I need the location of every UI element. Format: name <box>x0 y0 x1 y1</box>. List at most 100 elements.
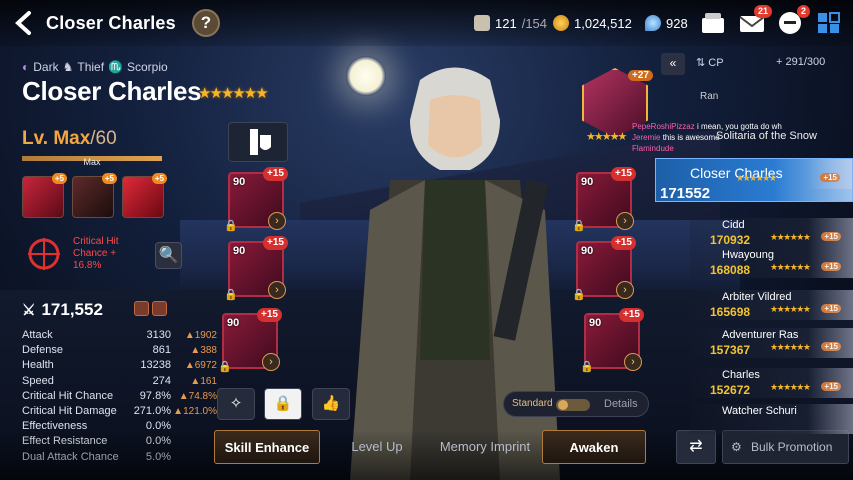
hero-detail-screen: Closer Charles ? 121/154 1,024,512 928 2… <box>0 0 853 480</box>
stat-bonus-value: 1902 <box>194 330 217 341</box>
hero-zodiac: Scorpio <box>127 60 168 74</box>
roster-hero-row[interactable]: Arbiter Vildred165698★★★★★★+15 <box>690 290 853 320</box>
magnify-button[interactable]: 🔍 <box>155 242 182 269</box>
news-badge: 2 <box>796 5 810 18</box>
roster-hero-cp: 170932 <box>710 233 751 247</box>
equip-slot-boots[interactable]: 90 +15 › 🔒 <box>580 308 644 373</box>
roster-hero-name: Hwayoung <box>722 249 774 261</box>
up-arrow-icon: ▲ <box>178 390 189 402</box>
mail-button[interactable]: 21 <box>738 5 772 36</box>
arrow-right-icon: › <box>268 212 286 230</box>
equip-level: 90 <box>233 176 246 188</box>
stat-value: 271.0% <box>133 405 171 418</box>
equip-slot-armor[interactable]: 90 +15 › 🔒 <box>218 308 282 373</box>
lock-icon: 🔒 <box>224 289 238 301</box>
equip-plus: +15 <box>263 167 288 181</box>
arrow-right-icon: › <box>616 212 634 230</box>
crossed-swords-icon: ⚔ <box>22 302 36 319</box>
lock-icon: 🔒 <box>572 289 586 301</box>
skill-3-button[interactable]: +5 <box>122 173 167 218</box>
arrow-right-icon: › <box>268 281 286 299</box>
cp-value: 171,552 <box>41 300 103 319</box>
roster-hero-row[interactable]: Watcher Schuri <box>690 404 853 434</box>
roster-hero-name: Charles <box>722 369 760 381</box>
chat-line: Jeremie this is awesome <box>632 133 720 143</box>
stat-value: 13238 <box>140 359 171 372</box>
sort-button[interactable]: ⇅ CP <box>696 56 724 69</box>
roster-hero-cp: 168088 <box>710 263 751 277</box>
equip-level: 90 <box>581 176 594 188</box>
roster-hero-name: Watcher Schuri <box>722 405 797 417</box>
gear-filter-button[interactable] <box>228 122 288 162</box>
tab-memory-imprint[interactable]: Memory Imprint <box>430 430 540 464</box>
skill-1-button[interactable]: +5 <box>22 173 67 218</box>
stat-bonus: ▲1902 <box>171 328 217 343</box>
gold-counter[interactable]: 1,024,512 <box>553 15 632 31</box>
equip-slot-ring[interactable]: 90 +15 › 🔒 <box>572 236 636 301</box>
skill-2-button[interactable]: +5 <box>72 173 117 218</box>
chat-text: i mean, you gotta do wh <box>696 122 782 131</box>
equip-slot-weapon[interactable]: 90 +15 › 🔒 <box>224 167 288 232</box>
roster-hero-row[interactable]: Charles152672★★★★★★+15 <box>690 368 853 398</box>
stat-bonus-value: 6972 <box>194 360 217 372</box>
set-effect-icon[interactable] <box>152 301 167 316</box>
roster-hero-portrait <box>808 328 853 358</box>
roster-hero-name: Cidd <box>722 219 745 231</box>
equip-slot-helmet[interactable]: 90 +15 › 🔒 <box>224 236 288 301</box>
stats-view-toggle[interactable]: Standard Details <box>503 391 649 417</box>
equip-slot-necklace[interactable]: 90 +15 › 🔒 <box>572 167 636 232</box>
exclusive-equipment-icon <box>28 238 60 270</box>
arrow-right-icon: › <box>624 353 642 371</box>
help-button[interactable]: ? <box>192 9 220 37</box>
stat-row: Critical Hit Chance 97.8% ▲74.8% <box>22 389 217 404</box>
roster-hero-row[interactable]: Adventurer Ras157367★★★★★★+15 <box>690 328 853 358</box>
bulk-promotion-label: Bulk Promotion <box>751 440 833 454</box>
roster-hero-row[interactable]: Closer Charles171552★★★★★★+15 <box>655 158 853 202</box>
like-button[interactable]: 👍 <box>312 388 350 420</box>
roster-hero-cp: 152672 <box>710 383 751 397</box>
back-arrow-icon[interactable] <box>12 10 38 36</box>
roster-hero-row[interactable]: Hwayoung168088★★★★★★+15 <box>690 248 853 278</box>
bulk-promotion-button[interactable]: ⚙ Bulk Promotion <box>722 430 849 464</box>
skystone-counter[interactable]: 928 <box>645 15 688 31</box>
gold-value: 1,024,512 <box>574 15 632 31</box>
news-button[interactable]: 2 <box>776 5 810 36</box>
tab-level-up[interactable]: Level Up <box>336 430 418 464</box>
menu-grid-icon[interactable] <box>815 10 843 36</box>
add-favorite-button[interactable]: ✧ <box>217 388 255 420</box>
hero-portrait <box>350 67 560 480</box>
lock-icon: 🔒 <box>572 220 586 232</box>
roster-hero-stars: ★★★★★★ <box>770 232 811 242</box>
chat-user: PepeRoshiPizzaz <box>632 122 695 131</box>
lock-button[interactable]: 🔒 <box>264 388 302 420</box>
effect-line-3: 16.8% <box>73 260 102 271</box>
toggle-knob[interactable] <box>556 399 590 411</box>
stat-value: 3130 <box>146 329 171 341</box>
roster-count: + 291/300 <box>776 56 825 68</box>
stamina-counter[interactable]: 121/154 <box>474 15 547 31</box>
roster-hero-name: Arbiter Vildred <box>722 291 792 303</box>
set-effect-icon[interactable] <box>134 301 149 316</box>
skill-2-plus: +5 <box>101 173 117 184</box>
search-icon: 🔍 <box>158 247 179 264</box>
stat-bonus-value: 161 <box>200 375 217 387</box>
shop-icon[interactable] <box>699 10 727 36</box>
hero-element: Dark <box>33 60 59 74</box>
tab-awaken[interactable]: Awaken <box>542 430 646 464</box>
effect-line-2: Chance + <box>73 248 117 259</box>
stat-bonus: ▲74.8% <box>171 389 217 404</box>
skystone-icon <box>645 15 661 31</box>
up-arrow-icon: ▲ <box>184 330 195 341</box>
roster-hero-stars: ★★★★★★ <box>770 262 811 272</box>
sort-label: CP <box>708 57 724 69</box>
collapse-panel-button[interactable]: « <box>661 53 685 75</box>
star-plus-icon: ✧ <box>229 395 243 412</box>
tab-skill-enhance[interactable]: Skill Enhance <box>214 430 320 464</box>
lock-icon: 🔒 <box>580 361 594 373</box>
stat-value: 274 <box>152 374 171 387</box>
swap-button[interactable]: ⇄ <box>676 430 716 464</box>
roster-hero-row[interactable]: Cidd170932★★★★★★+15 <box>690 218 853 248</box>
roster-hero-portrait <box>807 159 852 189</box>
stat-row: Critical Hit Damage 271.0% ▲121.0% <box>22 404 217 419</box>
equip-level: 90 <box>581 245 594 257</box>
